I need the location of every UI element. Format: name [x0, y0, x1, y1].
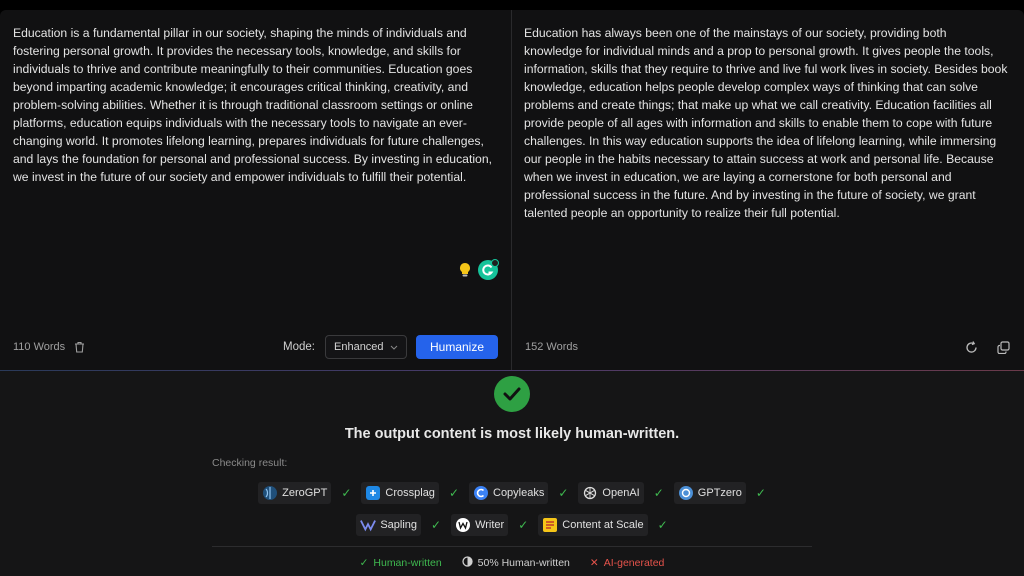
- result-title: The output content is most likely human-…: [344, 426, 680, 442]
- detector-content-at-scale: Content at Scale ✓: [538, 514, 668, 536]
- detector-name: Crossplag: [385, 487, 435, 499]
- trash-icon[interactable]: [71, 339, 87, 355]
- humanize-button[interactable]: Humanize: [416, 335, 498, 359]
- input-panel: Education is a fundamental pillar in our…: [0, 10, 512, 371]
- detector-zerogpt: ZeroGPT ✓: [258, 482, 351, 504]
- detector-row-1: ZeroGPT ✓ Crossplag ✓ Copyleaks ✓ OpenAI…: [0, 482, 1024, 504]
- checking-result-label: Checking result:: [212, 457, 288, 469]
- detector-openai: OpenAI ✓: [578, 482, 664, 504]
- detector-chip: Copyleaks: [469, 482, 549, 504]
- lightbulb-icon[interactable]: [457, 262, 473, 278]
- checkmark-icon: ✓: [653, 486, 664, 500]
- input-text[interactable]: Education is a fundamental pillar in our…: [13, 24, 497, 186]
- sapling-icon: [360, 517, 377, 533]
- input-word-count-label: 110 Words: [13, 341, 66, 353]
- legend-half: 50% Human-written: [462, 556, 570, 570]
- cross-icon: ✕: [589, 557, 599, 569]
- detector-gptzero: GPTzero ✓: [673, 482, 766, 504]
- detector-name: Sapling: [380, 519, 418, 531]
- checkmark-icon: ✓: [341, 486, 352, 500]
- output-footer: 152 Words: [512, 335, 1024, 359]
- legend-human-label: Human-written: [373, 557, 442, 569]
- detector-name: OpenAI: [602, 487, 640, 499]
- zerogpt-icon: [262, 485, 278, 501]
- detector-chip: Crossplag: [361, 482, 439, 504]
- check-circle-icon: [494, 376, 530, 412]
- legend-ai: ✕ AI-generated: [590, 556, 665, 570]
- legend-ai-label: AI-generated: [603, 557, 665, 569]
- result-legend: ✓ Human-written 50% Human-written ✕ AI-g…: [0, 556, 1024, 570]
- output-panel: Education has always been one of the mai…: [512, 10, 1024, 371]
- checkmark-icon: ✓: [431, 518, 442, 532]
- output-word-count: 152 Words: [525, 341, 578, 353]
- editor-panels: Education is a fundamental pillar in our…: [0, 10, 1024, 371]
- detector-chip: Sapling: [356, 514, 422, 536]
- detector-name: Writer: [475, 519, 505, 531]
- checkmark-icon: ✓: [755, 486, 766, 500]
- detector-name: Content at Scale: [562, 519, 644, 531]
- gptzero-icon: [678, 485, 694, 501]
- detector-chip: Writer: [451, 514, 509, 536]
- detector-chip: OpenAI: [578, 482, 644, 504]
- openai-icon: [582, 485, 598, 501]
- detector-crossplag: Crossplag ✓: [361, 482, 459, 504]
- checkmark-icon: ✓: [558, 486, 569, 500]
- detector-writer: Writer ✓: [451, 514, 528, 536]
- copyleaks-icon: [473, 485, 489, 501]
- checkmark-icon: ✓: [359, 557, 369, 569]
- mode-select[interactable]: Enhanced: [325, 335, 407, 359]
- mode-label: Mode:: [283, 341, 315, 353]
- mode-value: Enhanced: [334, 341, 384, 353]
- checkmark-icon: ✓: [657, 518, 668, 532]
- detector-name: GPTzero: [697, 487, 742, 499]
- detector-copyleaks: Copyleaks ✓: [469, 482, 568, 504]
- legend-human: ✓ Human-written: [360, 556, 442, 570]
- detector-sapling: Sapling ✓: [356, 514, 441, 536]
- result-section: The output content is most likely human-…: [0, 371, 1024, 576]
- grammarly-icon[interactable]: [477, 259, 499, 281]
- input-word-count: 110 Words: [13, 339, 87, 355]
- input-footer: 110 Words Mode: Enhanced Humanize: [0, 335, 511, 359]
- detector-chip: Content at Scale: [538, 514, 648, 536]
- detector-chip: GPTzero: [673, 482, 746, 504]
- refresh-icon[interactable]: [963, 339, 979, 355]
- legend-half-label: 50% Human-written: [477, 557, 570, 569]
- detector-chip: ZeroGPT: [258, 482, 332, 504]
- assist-icons: [457, 259, 499, 281]
- copy-icon[interactable]: [995, 339, 1011, 355]
- writer-icon: [455, 517, 471, 533]
- legend-divider: [212, 546, 812, 547]
- detector-name: Copyleaks: [493, 487, 545, 499]
- output-text[interactable]: Education has always been one of the mai…: [524, 24, 1008, 222]
- checkmark-icon: ✓: [448, 486, 459, 500]
- crossplag-icon: [365, 485, 381, 501]
- chevron-down-icon: [390, 341, 398, 353]
- detector-name: ZeroGPT: [282, 487, 328, 499]
- half-circle-icon: [462, 556, 473, 570]
- checkmark-icon: ✓: [518, 518, 529, 532]
- detector-row-2: Sapling ✓ Writer ✓ Content at Scale ✓: [0, 514, 1024, 536]
- content-at-scale-icon: [542, 517, 558, 533]
